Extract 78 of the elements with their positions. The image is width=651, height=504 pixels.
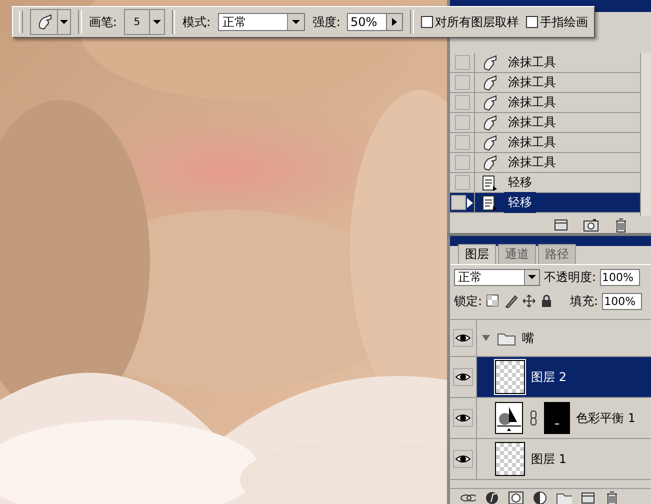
layer-thumbnail xyxy=(495,442,525,476)
mode-dropdown[interactable]: 正常 xyxy=(218,13,306,31)
trash-icon[interactable] xyxy=(604,490,620,504)
snapshot-checkbox[interactable] xyxy=(454,75,470,90)
finger-icon xyxy=(481,54,498,70)
snapshot-checkbox[interactable] xyxy=(454,155,470,170)
strength-slider-button[interactable] xyxy=(387,13,404,31)
layer-row[interactable]: 图层 2 xyxy=(477,357,651,397)
layer-name: 嘴 xyxy=(522,330,534,346)
checkbox[interactable] xyxy=(421,16,433,28)
visibility-toggle[interactable] xyxy=(453,329,473,347)
history-state[interactable]: 涂抹工具 xyxy=(504,112,560,133)
tool-preset-picker[interactable] xyxy=(30,9,72,35)
current-state-marker xyxy=(467,198,473,208)
strength-label: 强度: xyxy=(312,14,340,30)
fill-field[interactable]: 100% xyxy=(602,292,642,310)
layer-name: 图层 2 xyxy=(531,368,566,386)
finger-icon xyxy=(36,14,52,30)
mode-label: 模式: xyxy=(182,14,210,30)
brush-picker[interactable]: 5 xyxy=(124,9,150,35)
lock-label: 锁定: xyxy=(454,292,482,310)
layer-row[interactable]: 嘴 xyxy=(477,320,651,356)
visibility-toggle[interactable] xyxy=(453,450,473,468)
snapshot-checkbox[interactable] xyxy=(454,55,470,70)
finger-icon xyxy=(481,114,498,130)
checkbox-label: 对所有图层取样 xyxy=(435,14,519,30)
document-icon xyxy=(481,194,498,210)
snapshot-checkbox[interactable] xyxy=(454,95,470,110)
history-state[interactable]: 涂抹工具 xyxy=(504,132,560,153)
layer-row[interactable]: 色彩平衡 1 xyxy=(477,398,651,438)
layer-name: 色彩平衡 1 xyxy=(576,410,636,426)
history-state[interactable]: 轻移 xyxy=(504,192,536,213)
history-state[interactable]: 涂抹工具 xyxy=(504,152,560,173)
visibility-toggle[interactable] xyxy=(453,409,473,427)
brush-dropdown-button[interactable] xyxy=(150,9,165,35)
strength-field[interactable]: 50% xyxy=(347,13,388,31)
layer-row[interactable]: 图层 1 xyxy=(477,439,651,479)
history-state[interactable]: 涂抹工具 xyxy=(504,52,560,73)
new-layer-icon[interactable] xyxy=(580,490,596,504)
finger-icon xyxy=(481,74,498,90)
brush-label: 画笔: xyxy=(88,14,117,30)
mask-thumbnail xyxy=(544,402,570,434)
chain-icon xyxy=(529,410,538,426)
finger-icon xyxy=(481,134,498,150)
history-state[interactable]: 轻移 xyxy=(504,172,536,193)
brush-icon[interactable] xyxy=(504,294,518,308)
visibility-toggle[interactable] xyxy=(453,368,473,386)
lock-transparency-icon[interactable] xyxy=(486,294,500,308)
checkbox[interactable] xyxy=(526,16,538,28)
adjustment-thumbnail xyxy=(495,402,523,434)
opacity-field[interactable]: 100% xyxy=(600,268,640,286)
adjustment-icon[interactable] xyxy=(532,490,548,504)
scrollbar[interactable] xyxy=(640,53,651,216)
finger-icon xyxy=(481,154,498,170)
history-state[interactable]: 涂抹工具 xyxy=(504,92,560,113)
finger-icon xyxy=(481,94,498,110)
document-icon xyxy=(481,174,498,190)
snapshot-checkbox[interactable] xyxy=(451,195,466,210)
layer-thumbnail xyxy=(495,360,525,394)
new-document-icon[interactable] xyxy=(553,216,569,232)
opacity-label: 不透明度: xyxy=(544,268,596,286)
snapshot-checkbox[interactable] xyxy=(454,175,470,190)
expand-caret-icon[interactable] xyxy=(481,333,491,343)
trash-icon[interactable] xyxy=(613,216,629,232)
fx-icon[interactable] xyxy=(484,490,500,504)
panel-tab[interactable]: 路径 xyxy=(538,244,576,264)
blend-mode-dropdown[interactable]: 正常 xyxy=(454,268,540,286)
snapshot-checkbox[interactable] xyxy=(454,135,470,150)
layer-name: 图层 1 xyxy=(531,450,566,468)
checkbox-label: 手指绘画 xyxy=(540,14,588,30)
panel-tab[interactable]: 通道 xyxy=(498,244,536,264)
fill-label: 填充: xyxy=(570,292,598,310)
mask-icon[interactable] xyxy=(508,490,524,504)
history-state[interactable]: 涂抹工具 xyxy=(504,72,560,93)
panel-tab[interactable]: 图层 xyxy=(458,244,496,264)
move-icon[interactable] xyxy=(522,294,536,308)
snapshot-checkbox[interactable] xyxy=(454,115,470,130)
camera-icon[interactable] xyxy=(583,216,599,232)
